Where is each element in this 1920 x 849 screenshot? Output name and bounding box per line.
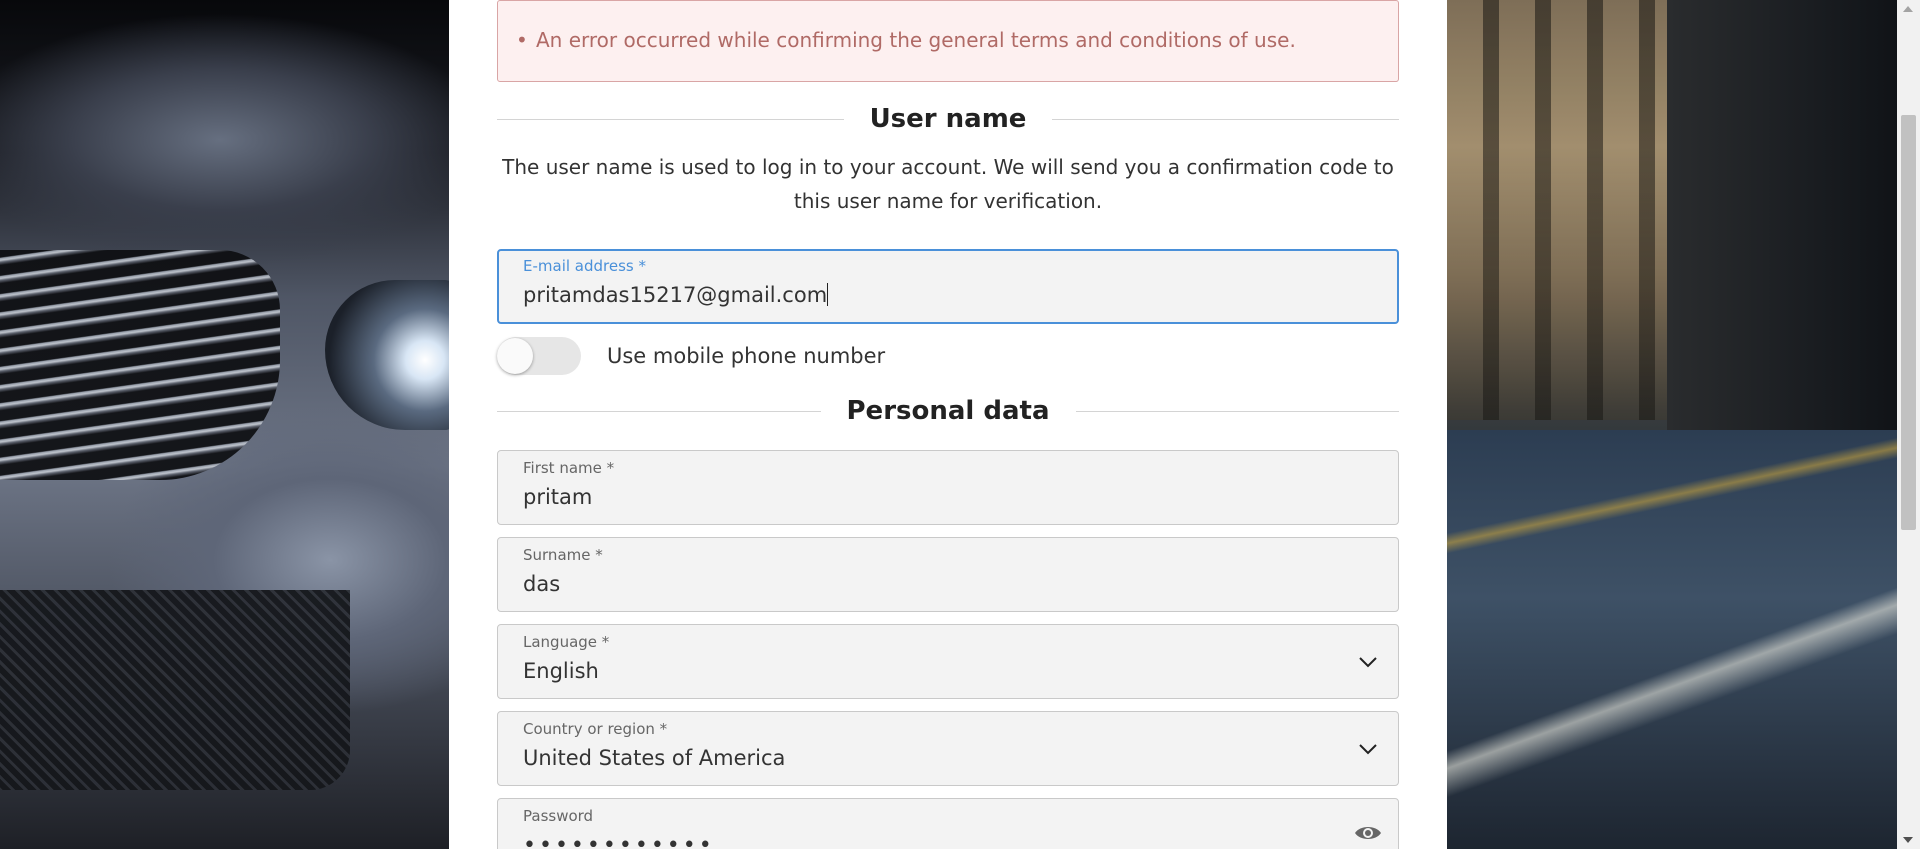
email-field-label: E-mail address * xyxy=(523,257,646,275)
language-select[interactable]: Language * English xyxy=(497,624,1399,699)
password-label: Password xyxy=(523,807,594,825)
surname-input[interactable]: das xyxy=(523,572,560,596)
divider xyxy=(1052,118,1400,120)
password-input[interactable]: •••••••••••• xyxy=(523,833,715,849)
car-headlamp xyxy=(325,280,449,430)
scroll-down-icon[interactable] xyxy=(1903,837,1913,843)
username-description: The user name is used to log in to your … xyxy=(502,155,1394,213)
page-scrollbar[interactable] xyxy=(1897,0,1920,849)
error-list-item: • An error occurred while confirming the… xyxy=(516,28,1296,52)
country-select[interactable]: Country or region * United States of Ame… xyxy=(497,711,1399,786)
car-lower-grille xyxy=(0,590,350,790)
email-input[interactable]: pritamdas15217@gmail.com xyxy=(523,283,829,307)
first-name-input[interactable]: pritam xyxy=(523,485,592,509)
password-field[interactable]: Password •••••••••••• xyxy=(497,798,1399,849)
bullet-icon: • xyxy=(516,28,528,52)
scroll-up-icon[interactable] xyxy=(1903,6,1913,12)
phone-toggle-label[interactable]: Use mobile phone number xyxy=(607,344,885,368)
email-field[interactable]: E-mail address * pritamdas15217@gmail.co… xyxy=(497,249,1399,324)
surname-label: Surname * xyxy=(523,546,603,564)
personal-data-section-heading: Personal data xyxy=(497,396,1399,426)
username-section-heading: User name xyxy=(497,104,1400,134)
language-label: Language * xyxy=(523,633,610,651)
city-road xyxy=(1447,430,1897,849)
divider xyxy=(497,410,821,412)
text-caret xyxy=(827,283,829,306)
surname-field[interactable]: Surname * das xyxy=(497,537,1399,612)
phone-toggle-row: Use mobile phone number xyxy=(497,337,885,375)
registration-panel: • An error occurred while confirming the… xyxy=(449,0,1447,849)
country-label: Country or region * xyxy=(523,720,668,738)
phone-number-toggle[interactable] xyxy=(497,337,581,375)
first-name-field[interactable]: First name * pritam xyxy=(497,450,1399,525)
divider xyxy=(497,118,844,120)
chevron-down-icon[interactable] xyxy=(1358,742,1378,756)
personal-data-section-title: Personal data xyxy=(846,396,1050,426)
city-shadow xyxy=(1667,0,1897,460)
first-name-label: First name * xyxy=(523,459,615,477)
background-car-image xyxy=(0,0,449,849)
error-message-box: • An error occurred while confirming the… xyxy=(497,0,1399,82)
background-city-image xyxy=(1447,0,1897,849)
email-value: pritamdas15217@gmail.com xyxy=(523,283,828,307)
language-value: English xyxy=(523,659,599,683)
car-grille xyxy=(0,250,280,480)
toggle-knob xyxy=(497,338,533,374)
chevron-down-icon[interactable] xyxy=(1358,655,1378,669)
username-section-title: User name xyxy=(869,104,1027,134)
eye-icon[interactable] xyxy=(1354,823,1382,843)
city-building xyxy=(1447,0,1667,420)
country-value: United States of America xyxy=(523,746,786,770)
error-text: An error occurred while confirming the g… xyxy=(536,28,1296,52)
divider xyxy=(1075,410,1399,412)
scroll-thumb[interactable] xyxy=(1901,115,1916,530)
